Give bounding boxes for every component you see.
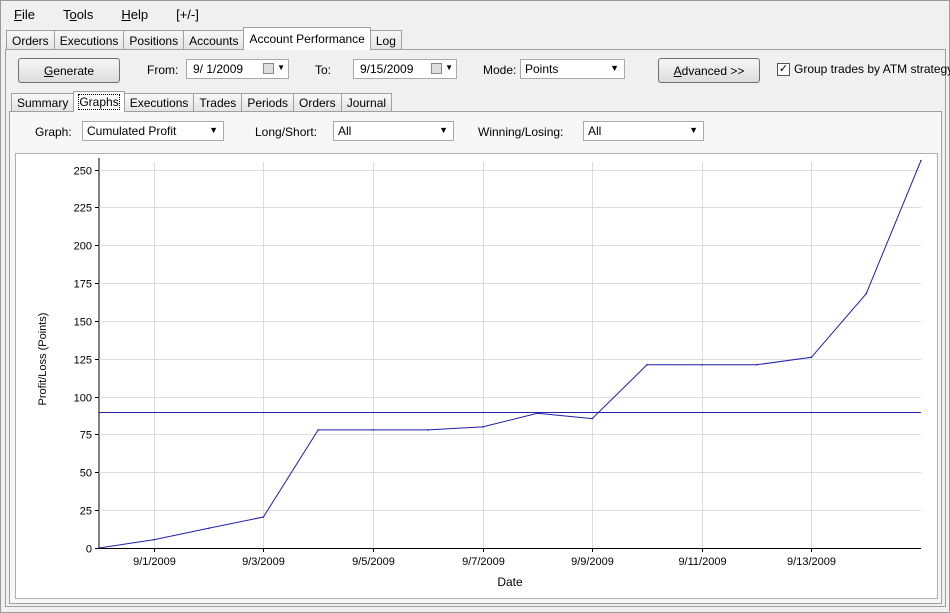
mode-label: Mode: (483, 63, 517, 77)
graph-label: Graph: (35, 125, 72, 139)
data-point (153, 538, 155, 541)
calendar-icon (263, 63, 274, 74)
y-tick-label: 25 (80, 506, 92, 518)
data-point (701, 364, 703, 366)
from-date-picker[interactable]: 9/ 1/2009 ▼ (186, 59, 289, 79)
from-label: From: (147, 63, 179, 77)
tab-orders[interactable]: Orders (6, 30, 55, 50)
data-point (646, 364, 648, 366)
winning-losing-value: All (588, 124, 602, 138)
data-point (262, 516, 265, 518)
chevron-down-icon: ▼ (610, 63, 619, 73)
data-point (427, 429, 429, 431)
tab-log[interactable]: Log (369, 30, 402, 50)
x-tick-label: 9/13/2009 (787, 556, 836, 568)
y-tick-label: 0 (86, 544, 92, 556)
tab-accounts[interactable]: Accounts (183, 30, 245, 50)
winning-losing-label: Winning/Losing: (478, 125, 564, 139)
subtab-summary[interactable]: Summary (11, 93, 75, 112)
sub-tab-bar: Summary Graphs Executions Trades Periods… (11, 91, 393, 112)
menu-tools[interactable]: Tools (59, 5, 97, 24)
x-axis-ticks: 9/1/2009 9/3/2009 9/5/2009 9/7/2009 9/9/2009… (133, 548, 836, 568)
subtab-trades[interactable]: Trades (193, 93, 243, 112)
y-tick-label: 75 (80, 430, 92, 442)
group-trades-label: Group trades by ATM strategy (794, 62, 950, 76)
x-tick-label: 9/9/2009 (571, 556, 614, 568)
profit-line-series (98, 160, 922, 549)
chart-grid (98, 158, 921, 549)
data-point (591, 417, 593, 420)
chevron-down-icon: ▼ (277, 63, 285, 72)
subtab-graphs[interactable]: Graphs (73, 91, 125, 112)
chevron-down-icon: ▼ (439, 125, 448, 135)
y-tick-label: 250 (74, 166, 92, 178)
long-short-label: Long/Short: (255, 125, 318, 139)
menu-toggle-plusminus[interactable]: [+/-] (172, 5, 203, 24)
mode-select[interactable]: Points ▼ (520, 59, 625, 79)
x-tick-label: 9/3/2009 (242, 556, 285, 568)
data-point (810, 356, 813, 359)
data-point (207, 527, 210, 530)
menu-file[interactable]: File (10, 5, 39, 24)
graph-type-value: Cumulated Profit (87, 124, 177, 138)
chevron-down-icon: ▼ (445, 63, 453, 72)
y-tick-label: 175 (74, 279, 92, 291)
cumulated-profit-chart: 0 25 50 75 100 125 150 175 200 225 250 9/1/2009 9/3… (37, 158, 922, 589)
main-tab-bar: Orders Executions Positions Accounts Acc… (6, 27, 402, 50)
advanced-button[interactable]: Advanced >> (658, 58, 760, 83)
data-point (755, 364, 758, 366)
chevron-down-icon: ▼ (209, 125, 218, 135)
y-tick-label: 50 (80, 468, 92, 480)
y-tick-label: 150 (74, 317, 92, 329)
chart-area: 0 25 50 75 100 125 150 175 200 225 250 9/1/2009 9/3… (15, 153, 938, 599)
subtab-orders[interactable]: Orders (293, 93, 342, 112)
mode-value: Points (525, 62, 559, 76)
x-tick-label: 9/11/2009 (678, 556, 726, 568)
generate-button[interactable]: Generate (18, 58, 120, 83)
x-axis-label: Date (497, 575, 523, 589)
x-tick-label: 9/7/2009 (462, 556, 505, 568)
application-window: File Tools Help [+/-] Orders Executions … (0, 0, 950, 613)
data-point (317, 429, 320, 431)
y-tick-label: 225 (74, 203, 92, 215)
subtab-periods[interactable]: Periods (241, 93, 294, 112)
y-tick-label: 125 (74, 355, 92, 367)
graph-type-select[interactable]: Cumulated Profit ▼ (82, 121, 224, 141)
menu-help[interactable]: Help (117, 5, 152, 24)
calendar-icon (431, 63, 442, 74)
long-short-value: All (338, 124, 352, 138)
data-points (98, 159, 922, 549)
data-point (865, 292, 867, 295)
to-label: To: (315, 63, 332, 77)
data-point (536, 412, 539, 415)
x-tick-label: 9/5/2009 (352, 556, 395, 568)
menu-bar: File Tools Help [+/-] (2, 2, 948, 26)
y-tick-label: 100 (74, 393, 92, 405)
group-trades-checkbox[interactable]: ✓ (777, 63, 790, 76)
winning-losing-select[interactable]: All ▼ (583, 121, 704, 141)
tab-executions[interactable]: Executions (53, 30, 125, 50)
subtab-executions[interactable]: Executions (123, 93, 195, 112)
tab-account-performance[interactable]: Account Performance (243, 27, 371, 50)
y-tick-label: 200 (74, 241, 92, 253)
chevron-down-icon: ▼ (689, 125, 698, 135)
y-axis-label: Profit/Loss (Points) (37, 313, 49, 406)
from-date-value: 9/ 1/2009 (193, 62, 244, 76)
to-date-value: 9/15/2009 (360, 62, 414, 76)
tab-positions[interactable]: Positions (123, 30, 185, 50)
subtab-journal[interactable]: Journal (340, 93, 393, 112)
long-short-select[interactable]: All ▼ (333, 121, 454, 141)
data-point (481, 426, 484, 428)
data-point (372, 429, 374, 431)
data-point (920, 159, 922, 162)
y-axis-ticks: 0 25 50 75 100 125 150 175 200 225 250 (74, 166, 99, 556)
to-date-picker[interactable]: 9/15/2009 ▼ (353, 59, 457, 79)
x-tick-label: 9/1/2009 (133, 556, 176, 568)
